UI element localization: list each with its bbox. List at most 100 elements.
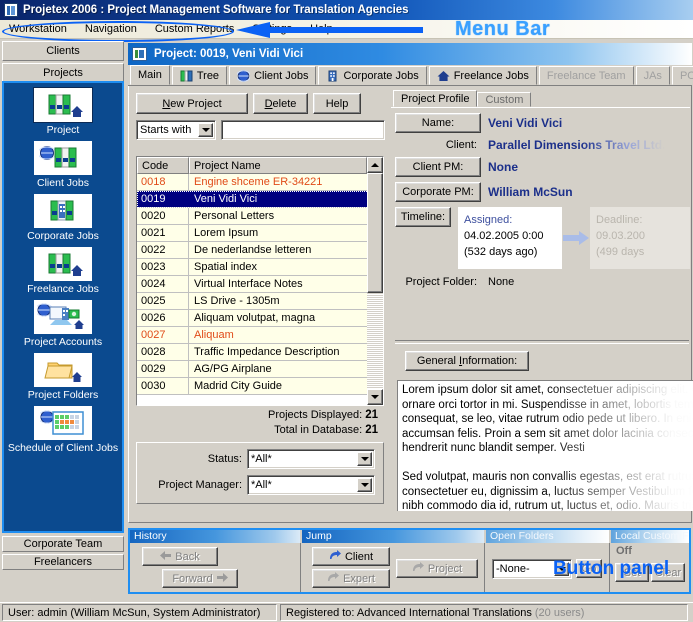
projects-displayed-label: Projects Displayed: [267, 409, 363, 421]
history-forward-button[interactable]: Forward [162, 569, 238, 588]
jump-project-button[interactable]: Project [396, 559, 478, 578]
table-row[interactable]: 0022 De nederlandse letteren [137, 242, 383, 259]
arrow-left-icon [160, 550, 172, 563]
sidebar-item-project-folders[interactable]: Project Folders [4, 353, 122, 401]
table-row[interactable]: 0028 Traffic Impedance Description [137, 344, 383, 361]
status-user: User: admin (William McSun, System Admin… [2, 604, 277, 621]
delete-button[interactable]: Delete [253, 93, 308, 114]
general-information-textarea[interactable]: Lorem ipsum dolor sit amet, consectetuer… [397, 380, 693, 511]
cell-name: Spatial index [194, 261, 257, 273]
table-row[interactable]: 0023 Spatial index [137, 259, 383, 276]
table-row[interactable]: 0018 Engine shceme ER-34221 [137, 174, 383, 191]
chevron-down-icon[interactable] [554, 562, 569, 576]
table-row[interactable]: 0019 Veni Vidi Vici [137, 191, 383, 208]
open-folders-select[interactable]: -None- [492, 559, 572, 579]
menu-item-custom-reports[interactable]: Custom Reports [146, 21, 243, 37]
menu-item-workstation[interactable]: Workstation [0, 21, 76, 37]
sidebar-group-projects[interactable]: Projects [2, 63, 124, 83]
sidebar-item-schedule-of-client-jobs[interactable]: Schedule of Client Jobs [4, 406, 122, 454]
column-header-code[interactable]: Code [137, 157, 189, 174]
table-row[interactable]: 0025 LS Drive - 1305m [137, 293, 383, 310]
menu-item-help[interactable]: Help [301, 21, 342, 37]
projects-filter-box: Status: *All* Project Manager: *All* [136, 442, 384, 504]
name-button[interactable]: Name: [395, 113, 481, 133]
tab-pos[interactable]: POs [671, 66, 693, 85]
open-folders-go-button[interactable]: Go [576, 559, 602, 578]
general-information-button[interactable]: General Information: [405, 351, 529, 371]
scroll-down-button[interactable] [367, 389, 383, 405]
help-button[interactable]: Help [313, 93, 361, 114]
scrollbar-thumb[interactable] [367, 173, 383, 293]
sidebar-item-project[interactable]: Project [4, 87, 122, 136]
corporate-pm-button[interactable]: Corporate PM: [395, 182, 481, 202]
tab-label: Freelance Jobs [453, 69, 529, 82]
menu-item-settings[interactable]: Settings [243, 21, 301, 37]
sidebar-item-corporate-jobs[interactable]: Corporate Jobs [4, 194, 122, 242]
sidebar-item-project-accounts[interactable]: Project Accounts [4, 300, 122, 348]
projects-grid[interactable]: Code Project Name 0018 Engine shceme ER-3… [136, 156, 384, 406]
binders-building-icon [34, 194, 92, 228]
local-custom-filter-group-body: Off Set Clear [611, 543, 689, 592]
jump-client-button[interactable]: Client [312, 547, 390, 566]
table-row[interactable]: 0030 Madrid City Guide [137, 378, 383, 395]
cell-name: LS Drive - 1305m [194, 295, 280, 307]
tab-main[interactable]: Main [130, 65, 170, 85]
chevron-down-icon[interactable] [357, 452, 372, 466]
sidebar-item-freelance-jobs[interactable]: Freelance Jobs [4, 247, 122, 295]
status-filter-select[interactable]: *All* [247, 449, 375, 469]
new-project-button[interactable]: New Project [136, 93, 248, 114]
search-mode-select[interactable]: Starts with [136, 120, 216, 140]
history-back-label: Back [175, 550, 200, 563]
column-header-project-name[interactable]: Project Name [189, 157, 367, 174]
annotation-label-menubar: Menu Bar [455, 18, 551, 40]
tab-tree[interactable]: Tree [171, 66, 228, 85]
tab-jas[interactable]: JAs [635, 66, 670, 85]
main-header: Project: 0019, Veni Vidi Vici [128, 43, 692, 65]
home-icon [437, 70, 450, 82]
tab-corporate-jobs[interactable]: Corporate Jobs [318, 66, 427, 85]
table-row[interactable]: 0026 Aliquam volutpat, magna [137, 310, 383, 327]
chevron-down-icon[interactable] [357, 478, 372, 492]
projects-displayed: Projects Displayed: 21 [136, 408, 378, 423]
cell-name: AG/PG Airplane [194, 363, 272, 375]
scroll-up-button[interactable] [367, 157, 383, 173]
tab-client-jobs[interactable]: Client Jobs [229, 66, 317, 85]
tab-custom[interactable]: Custom [477, 92, 532, 107]
menu-item-navigation[interactable]: Navigation [76, 21, 146, 37]
sidebar-group-clients[interactable]: Clients [2, 41, 124, 61]
timeline-button[interactable]: Timeline: [395, 207, 451, 227]
jump-arrow-icon [327, 572, 340, 585]
search-input[interactable] [221, 120, 385, 140]
search-row: Starts with [132, 114, 389, 145]
profile-row-corporate-pm: Corporate PM: William McSun [395, 182, 690, 202]
project-manager-filter-row: Project Manager: *All* [142, 475, 378, 495]
sidebar-item-corporate-team[interactable]: Corporate Team [2, 536, 124, 552]
jump-expert-button[interactable]: Expert [312, 569, 390, 588]
project-manager-filter-select[interactable]: *All* [247, 475, 375, 495]
table-row[interactable]: 0027 Aliquam [137, 327, 383, 344]
cell-code: 0018 [137, 174, 189, 190]
tab-project-profile[interactable]: Project Profile [393, 90, 478, 107]
client-pm-button[interactable]: Client PM: [395, 157, 481, 177]
chevron-down-icon[interactable] [198, 123, 213, 137]
cell-name: Veni Vidi Vici [194, 193, 258, 205]
projects-total-value: 21 [365, 424, 378, 436]
sidebar-item-freelancers[interactable]: Freelancers [2, 554, 124, 570]
local-custom-filter-group: Local Custom Filter Off Set Clear [611, 530, 689, 592]
timeline-assigned-card: Assigned: 04.02.2005 0:00 (532 days ago) [458, 207, 562, 269]
table-row[interactable]: 0029 AG/PG Airplane [137, 361, 383, 378]
tab-freelance-jobs[interactable]: Freelance Jobs [428, 66, 537, 85]
name-value: Veni Vidi Vici [488, 116, 563, 130]
tab-freelance-team[interactable]: Freelance Team [538, 66, 634, 85]
table-row[interactable]: 0020 Personal Letters [137, 208, 383, 225]
history-back-button[interactable]: Back [142, 547, 218, 566]
sidebar-item-client-jobs[interactable]: Client Jobs [4, 141, 122, 189]
local-custom-filter-clear-button[interactable]: Clear [651, 563, 685, 582]
projects-grid-scrollbar[interactable] [367, 157, 383, 405]
binders-home-icon [34, 247, 92, 281]
table-row[interactable]: 0021 Lorem Ipsum [137, 225, 383, 242]
local-custom-filter-set-button[interactable]: Set [615, 563, 649, 582]
window-title: Projetex 2006 : Project Management Softw… [23, 4, 409, 16]
table-row[interactable]: 0024 Virtual Interface Notes [137, 276, 383, 293]
search-mode-value: Starts with [140, 124, 192, 136]
